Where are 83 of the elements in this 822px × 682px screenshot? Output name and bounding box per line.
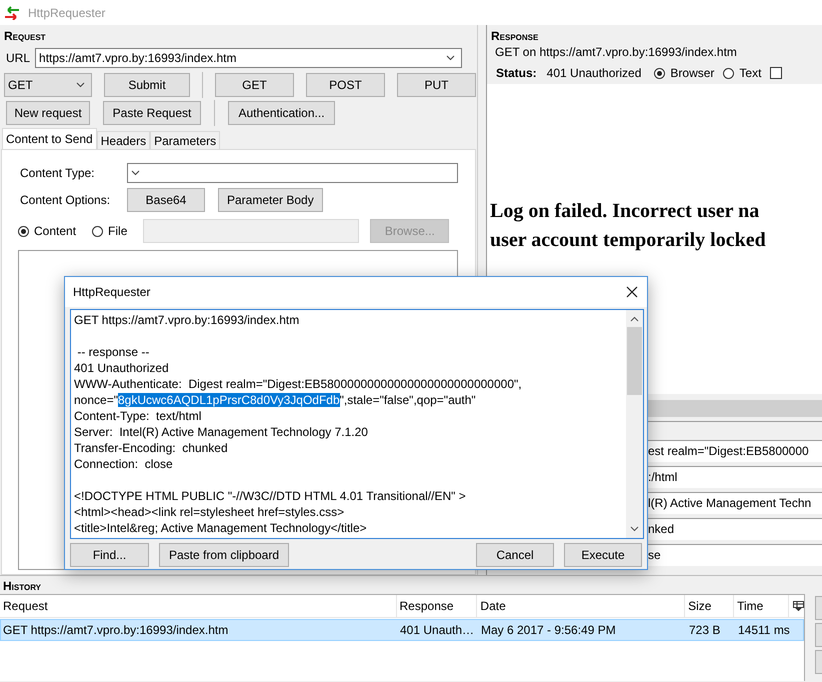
- column-header[interactable]: Request: [0, 595, 396, 617]
- dialog-title: HttpRequester: [73, 285, 150, 299]
- header-value-field[interactable]: est realm="Digest:EB5800000: [647, 440, 822, 462]
- scroll-up-icon[interactable]: [630, 316, 639, 322]
- content-options-label: Content Options:: [19, 193, 112, 207]
- chevron-icon: [446, 55, 456, 61]
- method-dropdown[interactable]: GET: [4, 73, 92, 97]
- content-option-button[interactable]: Parameter Body: [218, 188, 323, 212]
- url-label: URL: [6, 51, 30, 65]
- cancel-button[interactable]: Cancel: [476, 543, 554, 567]
- table-cell-text: May 6 2017 - 9:56:49 PM: [480, 623, 617, 637]
- url-combobox[interactable]: https://amt7.vpro.by:16993/index.htm: [35, 48, 462, 68]
- status-label: Status:: [496, 66, 537, 80]
- radio-label: File: [108, 224, 128, 238]
- request-text-area[interactable]: [70, 309, 644, 539]
- app-arrows-icon: [4, 6, 20, 20]
- text-line: nonce=": [74, 393, 118, 407]
- column-header[interactable]: Time: [734, 595, 790, 617]
- radio-button[interactable]: [723, 68, 734, 78]
- header-value-field[interactable]: :/html: [647, 466, 822, 488]
- text-line: 401 Unauthorized: [74, 361, 169, 375]
- table-cell-text: GET https://amt7.vpro.by:16993/index.htm: [2, 623, 230, 637]
- selected-text: 8gkUcwc6AQDL1pPrsrC8d0Vy3JqOdFdb: [118, 393, 340, 407]
- content-option-button[interactable]: Base64: [127, 188, 205, 212]
- text-line: Server: Intel(R) Active Management Technology 7.1.20: [74, 425, 368, 439]
- paste-button[interactable]: Paste from clipboard: [159, 543, 289, 567]
- header-value-field[interactable]: l(R) Active Management Techn: [647, 492, 822, 514]
- vertical-scrollbar[interactable]: [626, 310, 643, 538]
- authentication-button[interactable]: Authentication...: [228, 101, 335, 125]
- table-cell-text: 723 B: [688, 623, 722, 637]
- execute-button[interactable]: Execute: [564, 543, 642, 567]
- text-line: <html><head><link rel=stylesheet href=styles.css>: [74, 505, 344, 519]
- table-cell-text: 14511 ms: [737, 623, 791, 637]
- text-line: WWW-Authenticate: Digest realm="Digest:EB58000000000000000000000000000",: [74, 377, 522, 391]
- table-cell-text: 401 Unauth…: [399, 623, 476, 637]
- chevron-icon: [76, 82, 85, 88]
- radio-button[interactable]: [92, 226, 104, 236]
- method-button[interactable]: POST: [306, 73, 385, 97]
- paste-request-button[interactable]: Paste Request: [103, 101, 201, 125]
- radio-button[interactable]: [18, 226, 29, 236]
- window-title: HttpRequester: [28, 6, 106, 20]
- method-button[interactable]: PUT: [397, 73, 476, 97]
- section-title: History: [2, 578, 42, 594]
- tab[interactable]: Parameters: [150, 131, 220, 149]
- header-value-field[interactable]: nked: [647, 518, 822, 540]
- radio-label: Content: [34, 224, 76, 238]
- text-line: GET https://amt7.vpro.by:16993/index.htm: [74, 313, 300, 327]
- text-line: ",stale="false",qop="auth": [340, 393, 476, 407]
- page-heading-text: Log on failed. Incorrect user na: [490, 199, 760, 224]
- scroll-thumb[interactable]: [627, 327, 642, 395]
- section-title: Response: [490, 29, 540, 45]
- text-line: -- response --: [76, 345, 150, 359]
- text-line: <!DOCTYPE HTML PUBLIC "-//W3C//DTD HTML 4.01 Transitional//EN" >: [74, 489, 466, 503]
- text-line: Connection: close: [74, 457, 173, 471]
- status-value: 401 Unauthorized: [546, 66, 642, 80]
- find-button[interactable]: Find...: [70, 543, 149, 567]
- content-type-label: Content Type:: [19, 166, 96, 180]
- column-header[interactable]: Size: [685, 595, 734, 617]
- new-request-button[interactable]: New request: [6, 101, 90, 125]
- radio-label: Browser: [670, 66, 714, 80]
- tab[interactable]: Content to Send: [2, 128, 97, 149]
- tab[interactable]: Headers: [96, 131, 150, 149]
- radio-label: Text: [739, 66, 762, 80]
- method-button[interactable]: GET: [215, 73, 294, 97]
- file-path-field[interactable]: [143, 219, 360, 243]
- chevron-icon: [131, 170, 140, 176]
- submit-button[interactable]: Submit: [104, 73, 190, 97]
- text-line: Content-Type: text/html: [74, 409, 202, 423]
- text-line: Transfer-Encoding: chunked: [74, 441, 228, 455]
- text-line: <title>Intel&reg; Active Management Technology</title>: [74, 521, 367, 535]
- column-chooser-icon[interactable]: [793, 601, 804, 611]
- response-summary: GET on https://amt7.vpro.by:16993/index.htm: [494, 45, 738, 61]
- column-header[interactable]: Response: [396, 595, 478, 617]
- header-value-field[interactable]: se: [647, 544, 822, 566]
- content-type-dropdown[interactable]: [127, 163, 458, 183]
- section-title: Request: [3, 29, 47, 45]
- history-row[interactable]: GET https://amt7.vpro.by:16993/index.htm 401 Unauth… May 6 2017 - 9:56:49 PM 723 B 14511 ms: [0, 619, 804, 641]
- radio-button[interactable]: [654, 68, 666, 78]
- checkbox[interactable]: [770, 67, 782, 79]
- column-header[interactable]: Date: [477, 595, 686, 617]
- scroll-down-icon[interactable]: [630, 526, 639, 532]
- page-heading-text: user account temporarily locked: [490, 228, 766, 253]
- close-icon[interactable]: [626, 286, 638, 298]
